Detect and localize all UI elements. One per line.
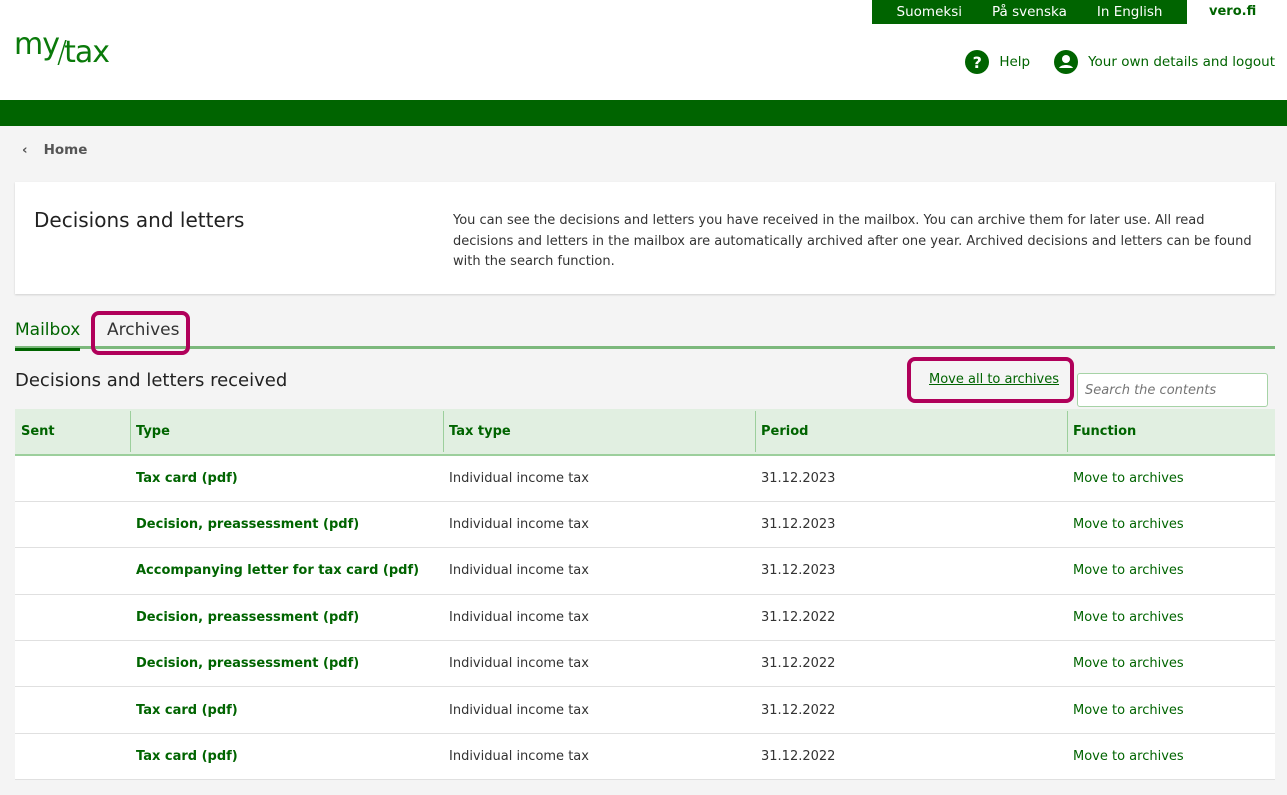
type-link[interactable]: Decision, preassessment (pdf) [130,501,443,549]
lang-finnish[interactable]: Suomeksi [897,4,962,20]
table-row: Decision, preassessment (pdf) Individual … [15,640,1275,688]
col-period[interactable]: Period [755,409,1067,456]
type-link[interactable]: Decision, preassessment (pdf) [130,640,443,688]
period-cell: 31.12.2022 [755,594,1067,642]
tax-type-cell: Individual income tax [443,686,755,734]
user-icon[interactable] [1054,50,1079,74]
page-title: Decisions and letters [34,208,245,232]
tax-type-cell: Individual income tax [443,594,755,642]
search-input[interactable] [1077,373,1268,407]
highlight-move-all [907,357,1074,403]
sent-cell [15,733,130,781]
table-row: Decision, preassessment (pdf) Individual … [15,594,1275,642]
move-to-archives-link[interactable]: Move to archives [1067,594,1275,642]
type-link[interactable]: Tax card (pdf) [130,455,443,502]
type-link[interactable]: Accompanying letter for tax card (pdf) [130,547,443,595]
breadcrumb[interactable]: ‹ Home [22,142,87,158]
move-to-archives-link[interactable]: Move to archives [1067,733,1275,781]
vero-link[interactable]: vero.fi [1209,4,1256,19]
period-cell: 31.12.2022 [755,733,1067,781]
move-to-archives-link[interactable]: Move to archives [1067,501,1275,549]
lang-english[interactable]: In English [1097,4,1163,20]
move-to-archives-link[interactable]: Move to archives [1067,686,1275,734]
tab-bar: Mailbox Archives [15,318,1275,351]
tax-type-cell: Individual income tax [443,455,755,502]
move-to-archives-link[interactable]: Move to archives [1067,455,1275,502]
period-cell: 31.12.2022 [755,686,1067,734]
section-title: Decisions and letters received [15,370,288,391]
sent-cell [15,686,130,734]
period-cell: 31.12.2023 [755,547,1067,595]
col-sent[interactable]: Sent [15,409,130,456]
move-to-archives-link[interactable]: Move to archives [1067,640,1275,688]
sent-cell [15,547,130,595]
type-link[interactable]: Decision, preassessment (pdf) [130,594,443,642]
tab-mailbox[interactable]: Mailbox [15,320,81,351]
tax-type-cell: Individual income tax [443,640,755,688]
logo-tax: tax [64,35,110,70]
sent-cell [15,501,130,549]
sent-cell [15,455,130,502]
period-cell: 31.12.2022 [755,640,1067,688]
move-to-archives-link[interactable]: Move to archives [1067,547,1275,595]
table-row: Decision, preassessment (pdf) Individual … [15,501,1275,549]
chevron-left-icon: ‹ [22,142,28,158]
help-icon[interactable]: ? [965,50,990,74]
table-row: Tax card (pdf) Individual income tax 31.12… [15,733,1275,781]
type-link[interactable]: Tax card (pdf) [130,686,443,734]
col-tax-type[interactable]: Tax type [443,409,755,456]
col-type[interactable]: Type [130,409,443,456]
header: Suomeksi På svenska In English vero.fi m… [0,0,1287,100]
type-link[interactable]: Tax card (pdf) [130,733,443,781]
period-cell: 31.12.2023 [755,501,1067,549]
table-row: Tax card (pdf) Individual income tax 31.12… [15,686,1275,734]
period-cell: 31.12.2023 [755,455,1067,502]
col-function[interactable]: Function [1067,409,1275,456]
tax-type-cell: Individual income tax [443,733,755,781]
table-row: Tax card (pdf) Individual income tax 31.12… [15,455,1275,502]
account-link[interactable]: Your own details and logout [1088,54,1275,70]
table-row: Accompanying letter for tax card (pdf) In… [15,547,1275,595]
highlight-archives [91,311,190,355]
mytax-logo[interactable]: my/tax [14,30,110,70]
logo-my: my [14,27,60,62]
help-link[interactable]: Help [999,54,1030,70]
breadcrumb-home[interactable]: Home [44,142,88,158]
page-description: You can see the decisions and letters yo… [453,213,1252,269]
tax-type-cell: Individual income tax [443,501,755,549]
tax-type-cell: Individual income tax [443,547,755,595]
nav-band [0,100,1287,126]
letters-table: Sent Type Tax type Period Function Tax c… [15,409,1275,781]
page-intro-card: Decisions and letters You can see the de… [15,182,1275,294]
sent-cell [15,640,130,688]
language-bar: Suomeksi På svenska In English [872,0,1187,24]
lang-swedish[interactable]: På svenska [992,4,1067,20]
sent-cell [15,594,130,642]
